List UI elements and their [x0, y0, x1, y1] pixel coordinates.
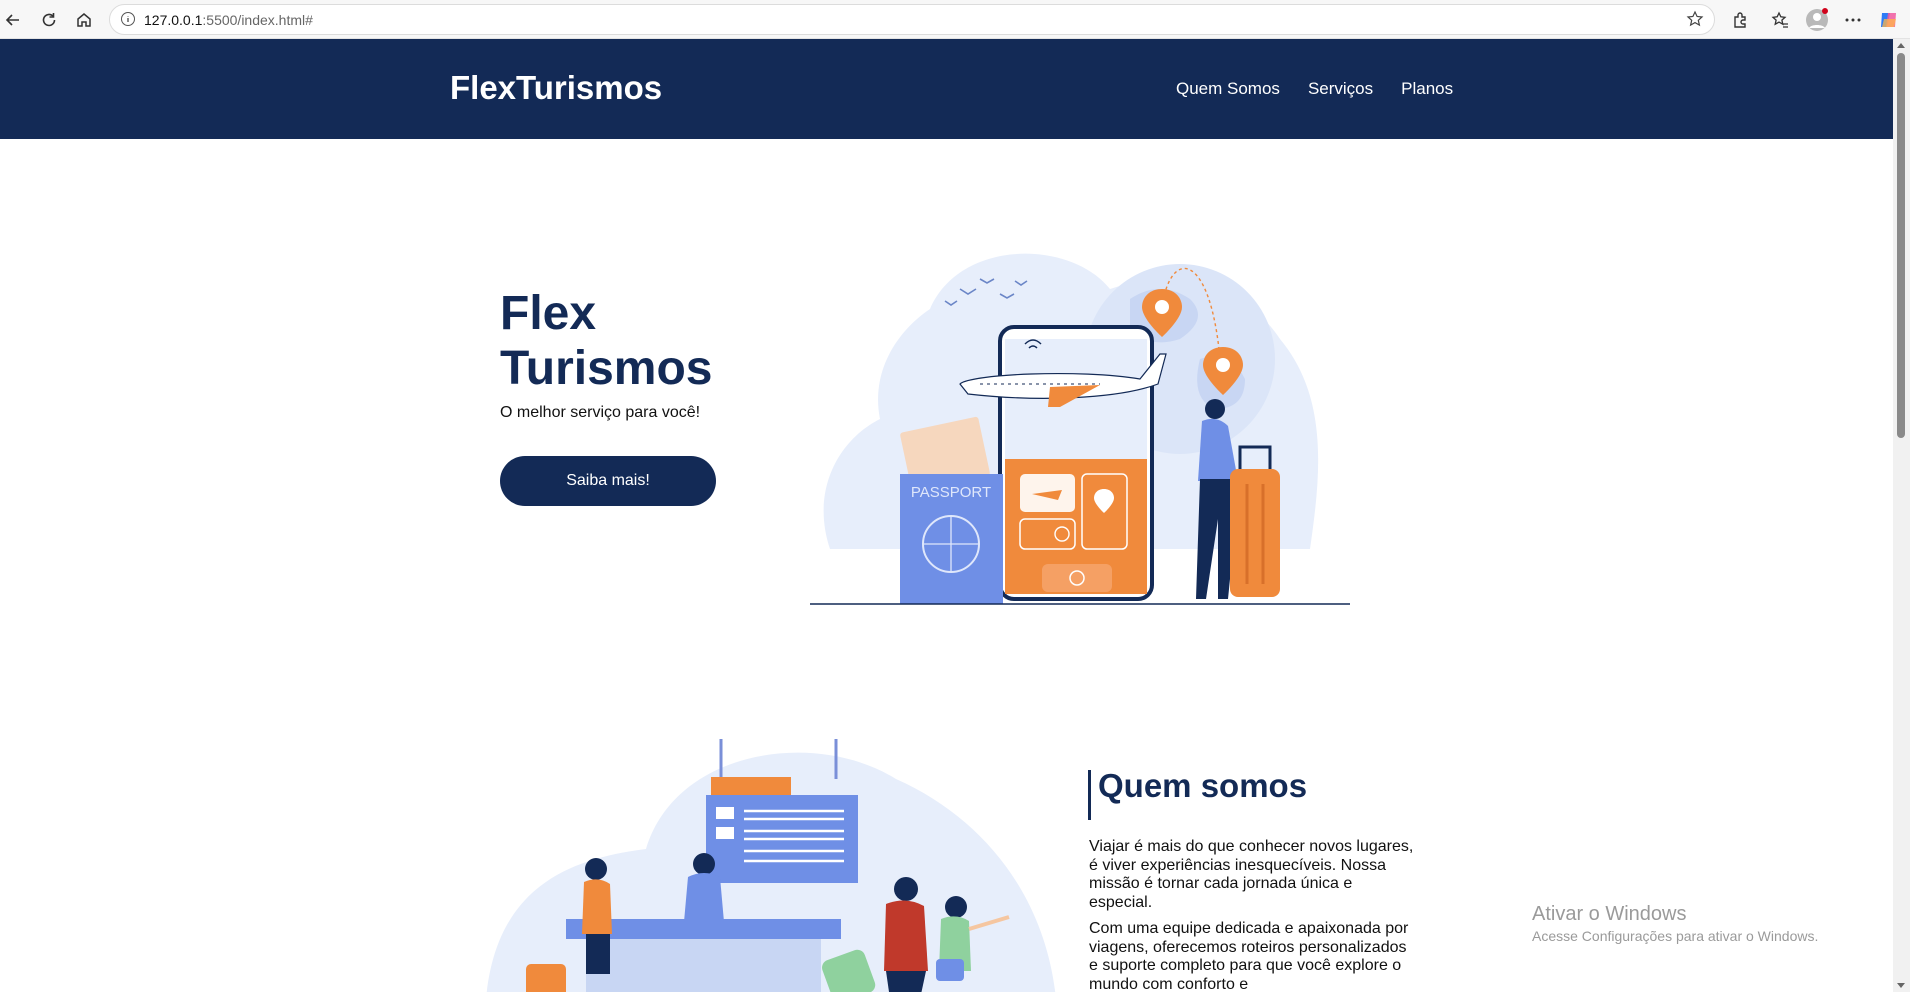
nav-quem-somos[interactable]: Quem Somos: [1176, 79, 1280, 99]
extensions-icon[interactable]: [1727, 7, 1753, 33]
url-host: 127.0.0.1: [144, 12, 203, 28]
home-icon[interactable]: [71, 7, 97, 33]
browser-toolbar: 127.0.0.1:5500/index.html#: [0, 0, 1910, 39]
watermark-subtitle: Acesse Configurações para ativar o Windo…: [1532, 928, 1819, 944]
watermark-title: Ativar o Windows: [1532, 903, 1687, 925]
favorites-icon[interactable]: [1767, 7, 1793, 33]
info-icon[interactable]: [120, 11, 136, 32]
copilot-icon[interactable]: [1876, 7, 1902, 33]
star-icon[interactable]: [1686, 10, 1704, 33]
passport-label: PASSPORT: [911, 484, 991, 501]
windows-watermark: Ativar o Windows Acesse Configurações pa…: [1532, 903, 1818, 944]
reload-icon[interactable]: [36, 7, 62, 33]
hero-title-line2: Turismos: [500, 342, 713, 395]
airport-illustration: [486, 739, 1056, 992]
address-bar[interactable]: 127.0.0.1:5500/index.html#: [109, 4, 1715, 35]
about-paragraph-2: Com uma equipe dedicada e apaixonada por…: [1089, 920, 1409, 992]
page-viewport: FlexTurismos Quem Somos Serviços Planos …: [0, 39, 1893, 992]
hero-title: Flex Turismos: [500, 286, 760, 396]
about-paragraph-1: Viajar é mais do que conhecer novos luga…: [1089, 838, 1414, 911]
confirm-button-shape: [1042, 564, 1112, 592]
scroll-down-icon[interactable]: [1897, 983, 1905, 988]
site-logo[interactable]: FlexTurismos: [450, 69, 662, 107]
more-icon[interactable]: [1840, 7, 1866, 33]
saiba-mais-button[interactable]: Saiba mais!: [500, 456, 716, 506]
board-icon: [716, 807, 734, 819]
main-nav: Quem Somos Serviços Planos: [1176, 79, 1453, 99]
nav-planos[interactable]: Planos: [1401, 79, 1453, 99]
hero-subtitle: O melhor serviço para você!: [500, 404, 701, 421]
counter-front: [586, 939, 821, 992]
nav-servicos[interactable]: Serviços: [1308, 79, 1373, 99]
board-icon: [716, 827, 734, 839]
phone-sky: [1005, 339, 1147, 459]
profile-icon[interactable]: [1804, 7, 1830, 33]
scroll-thumb[interactable]: [1897, 53, 1905, 438]
back-icon[interactable]: [0, 7, 26, 33]
hero-title-line1: Flex: [500, 287, 597, 340]
site-header: FlexTurismos Quem Somos Serviços Planos: [0, 39, 1893, 139]
departure-sign: [711, 777, 791, 795]
about-title: Quem somos: [1098, 767, 1308, 804]
scroll-up-icon[interactable]: [1897, 43, 1905, 48]
vertical-scrollbar[interactable]: [1893, 39, 1910, 992]
address-url[interactable]: 127.0.0.1:5500/index.html#: [144, 12, 313, 28]
section-accent-bar: [1088, 770, 1091, 820]
url-path: :5500/index.html#: [202, 12, 313, 28]
travel-illustration: PASSPORT: [810, 253, 1350, 605]
